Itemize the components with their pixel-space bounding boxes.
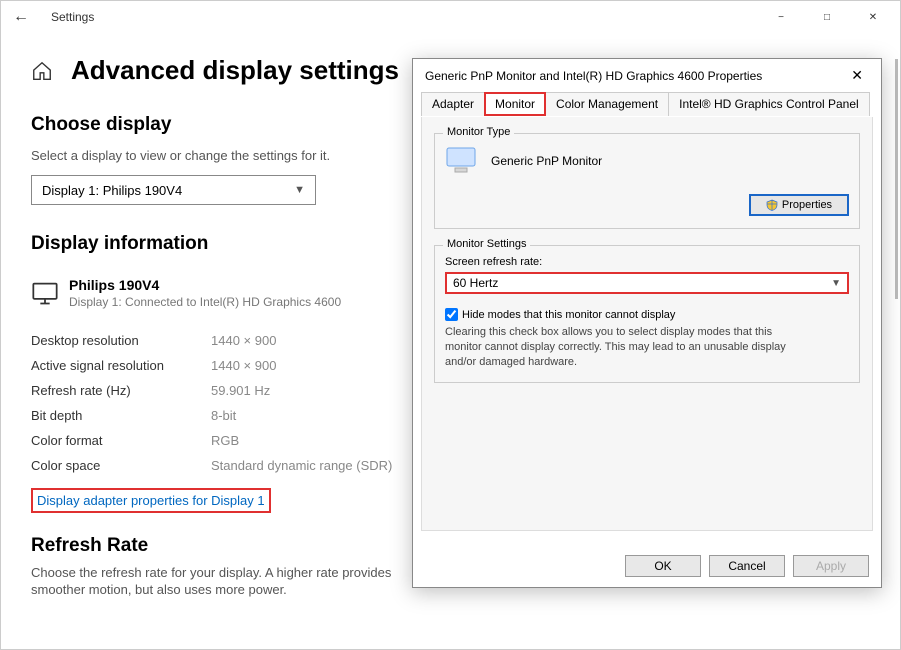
window-title: Settings bbox=[51, 10, 94, 24]
properties-dialog: Generic PnP Monitor and Intel(R) HD Grap… bbox=[412, 58, 882, 588]
ok-button[interactable]: OK bbox=[625, 555, 701, 577]
monitor-settings-legend: Monitor Settings bbox=[443, 238, 530, 250]
scrollbar[interactable] bbox=[895, 59, 898, 299]
dialog-panel: Monitor Type Generic PnP Monitor Propert… bbox=[421, 117, 873, 531]
apply-button[interactable]: Apply bbox=[793, 555, 869, 577]
titlebar: ← Settings − □ ✕ bbox=[1, 1, 900, 33]
dialog-title: Generic PnP Monitor and Intel(R) HD Grap… bbox=[425, 69, 845, 83]
close-button[interactable]: ✕ bbox=[850, 1, 896, 33]
home-icon[interactable] bbox=[31, 60, 53, 82]
shield-icon bbox=[766, 199, 778, 211]
dialog-titlebar: Generic PnP Monitor and Intel(R) HD Grap… bbox=[413, 59, 881, 92]
dialog-tabs: Adapter Monitor Color Management Intel® … bbox=[413, 92, 881, 117]
display-selector[interactable]: Display 1: Philips 190V4 ▼ bbox=[31, 175, 316, 205]
display-selector-value: Display 1: Philips 190V4 bbox=[42, 183, 182, 198]
monitor-sub: Display 1: Connected to Intel(R) HD Grap… bbox=[69, 295, 341, 309]
info-table: Desktop resolution1440 × 900 Active sign… bbox=[31, 328, 392, 478]
table-row: Active signal resolution1440 × 900 bbox=[31, 353, 392, 378]
table-row: Bit depth8-bit bbox=[31, 403, 392, 428]
monitor-name: Philips 190V4 bbox=[69, 277, 341, 293]
back-button[interactable]: ← bbox=[5, 8, 37, 26]
tab-intel-graphics[interactable]: Intel® HD Graphics Control Panel bbox=[668, 92, 870, 116]
table-row: Refresh rate (Hz)59.901 Hz bbox=[31, 378, 392, 403]
tab-monitor[interactable]: Monitor bbox=[484, 92, 546, 116]
page-title: Advanced display settings bbox=[71, 55, 399, 86]
dialog-buttons: OK Cancel Apply bbox=[625, 555, 869, 577]
hide-modes-description: Clearing this check box allows you to se… bbox=[445, 325, 805, 370]
properties-button-label: Properties bbox=[782, 199, 832, 211]
pnp-monitor-name: Generic PnP Monitor bbox=[491, 154, 602, 168]
refresh-rate-value: 60 Hertz bbox=[453, 276, 498, 290]
monitor-icon bbox=[31, 279, 59, 312]
refresh-rate-sub: Choose the refresh rate for your display… bbox=[31, 565, 411, 599]
table-row: Desktop resolution1440 × 900 bbox=[31, 328, 392, 353]
cancel-button[interactable]: Cancel bbox=[709, 555, 785, 577]
refresh-rate-select[interactable]: 60 Hertz ▼ bbox=[445, 272, 849, 294]
maximize-button[interactable]: □ bbox=[804, 1, 850, 33]
hide-modes-row[interactable]: Hide modes that this monitor cannot disp… bbox=[445, 308, 849, 321]
monitor-type-group: Monitor Type Generic PnP Monitor Propert… bbox=[434, 133, 860, 229]
pnp-monitor-icon bbox=[445, 146, 479, 176]
minimize-button[interactable]: − bbox=[758, 1, 804, 33]
monitor-type-legend: Monitor Type bbox=[443, 126, 514, 138]
chevron-down-icon: ▼ bbox=[831, 278, 841, 289]
hide-modes-checkbox[interactable] bbox=[445, 308, 458, 321]
tab-color-management[interactable]: Color Management bbox=[545, 92, 669, 116]
table-row: Color spaceStandard dynamic range (SDR) bbox=[31, 453, 392, 478]
dialog-close-button[interactable]: ✕ bbox=[845, 67, 869, 84]
refresh-rate-label: Screen refresh rate: bbox=[445, 256, 849, 268]
adapter-properties-link[interactable]: Display adapter properties for Display 1 bbox=[31, 488, 271, 513]
tab-adapter[interactable]: Adapter bbox=[421, 92, 485, 116]
table-row: Color formatRGB bbox=[31, 428, 392, 453]
monitor-settings-group: Monitor Settings Screen refresh rate: 60… bbox=[434, 245, 860, 383]
hide-modes-label: Hide modes that this monitor cannot disp… bbox=[462, 309, 675, 321]
window-controls: − □ ✕ bbox=[758, 1, 896, 33]
properties-button[interactable]: Properties bbox=[749, 194, 849, 216]
chevron-down-icon: ▼ bbox=[294, 184, 305, 196]
